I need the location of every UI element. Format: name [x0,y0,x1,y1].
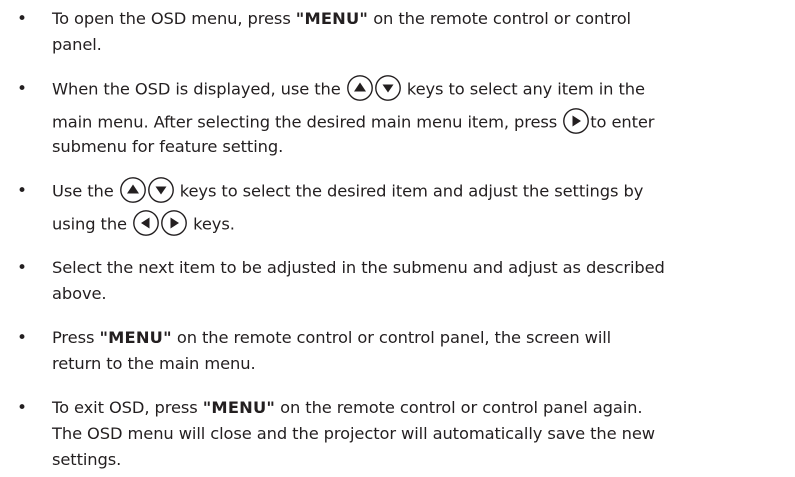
up-arrow-key-icon [119,176,147,204]
text-line: When the OSD is displayed, use the keys … [52,74,645,104]
bullet: • [17,79,28,99]
text-line: panel. [52,35,102,54]
text-line: above. [52,284,107,303]
text-line: Select the next item to be adjusted in t… [52,258,665,277]
text-line: Press "MENU" on the remote control or co… [52,328,612,347]
text-line: submenu for feature setting. [52,137,284,156]
text-line: using the keys. [52,209,235,239]
bullet: • [17,9,28,29]
right-arrow-key-icon [562,107,590,135]
text-line: Use the keys to select the desired item … [52,176,643,206]
down-arrow-key-icon [374,74,402,102]
text-line: main menu. After selecting the desired m… [52,107,655,137]
text-line: To open the OSD menu, press "MENU" on th… [52,9,631,28]
down-arrow-key-icon [147,176,175,204]
menu-keyword: "MENU" [295,9,369,28]
menu-keyword: "MENU" [99,328,172,347]
left-arrow-key-icon [132,209,160,237]
text-line: settings. [52,450,122,469]
bullet: • [17,398,28,418]
right-arrow-key-icon [160,209,188,237]
menu-keyword: "MENU" [202,398,276,417]
bullet: • [17,181,28,201]
text-line: return to the main menu. [52,354,256,373]
up-arrow-key-icon [346,74,374,102]
bullet: • [17,328,28,348]
text-line: To exit OSD, press "MENU" on the remote … [52,398,643,417]
bullet: • [17,258,28,278]
text-line: The OSD menu will close and the projecto… [52,424,655,443]
